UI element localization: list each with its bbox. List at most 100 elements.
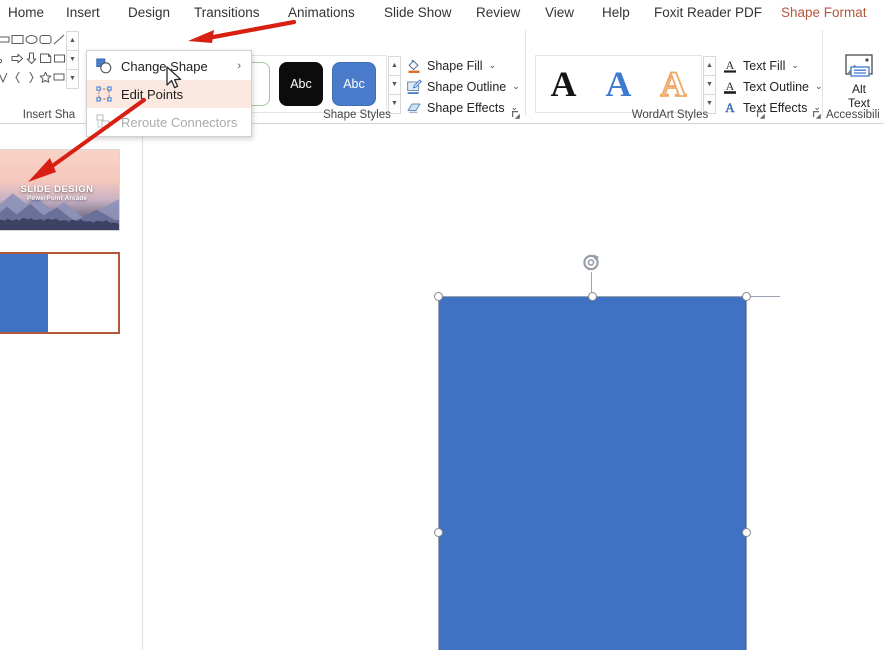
shape-banner-icon[interactable] bbox=[53, 71, 66, 84]
tab-insert[interactable]: Insert bbox=[66, 0, 100, 26]
shape-right-brace-icon[interactable] bbox=[25, 71, 38, 84]
slide-thumbnail-panel: SLIDE DESIGN PowerPoint Arcade bbox=[0, 124, 142, 650]
selection-line-left bbox=[437, 296, 439, 650]
divider-wordart-accessibility bbox=[822, 30, 823, 116]
edit-points-icon bbox=[96, 86, 112, 102]
wordart-style-blue-A[interactable]: A bbox=[606, 66, 632, 102]
tab-help[interactable]: Help bbox=[602, 0, 630, 26]
tab-transitions[interactable]: Transitions bbox=[194, 0, 260, 26]
shape-outline-label: Shape Outline bbox=[427, 79, 507, 94]
text-outline-icon: A bbox=[722, 79, 738, 95]
powerpoint-window: Home Insert Design Transitions Animation… bbox=[0, 0, 884, 650]
shape-right-arrow-icon[interactable] bbox=[11, 52, 24, 65]
tab-review[interactable]: Review bbox=[476, 0, 520, 26]
alt-text-line1: Alt bbox=[851, 82, 866, 96]
wordart-styles-dialog-launcher[interactable] bbox=[756, 110, 766, 120]
shape-outline-button[interactable]: Shape Outline ⌄ bbox=[406, 76, 520, 97]
divider-shape-wordart bbox=[525, 30, 526, 116]
shape-angle-icon[interactable] bbox=[0, 71, 10, 84]
alt-text-icon bbox=[836, 54, 882, 82]
tab-shape-format[interactable]: Shape Format bbox=[781, 0, 867, 29]
slide-1-title: SLIDE DESIGN bbox=[20, 183, 94, 195]
handle-top-center[interactable] bbox=[587, 291, 597, 301]
group-label-accessibility: Accessibili bbox=[826, 109, 880, 121]
mouse-cursor bbox=[166, 66, 182, 89]
shape-rectangle-icon[interactable] bbox=[11, 33, 24, 46]
shape-star-icon[interactable] bbox=[39, 71, 52, 84]
alt-text-button[interactable]: Alt Text bbox=[836, 54, 882, 110]
scroll-down-icon[interactable]: ▼ bbox=[388, 75, 401, 95]
shape-flowchart-icon[interactable] bbox=[53, 52, 66, 65]
handle-mid-right[interactable] bbox=[741, 528, 751, 537]
text-fill-icon: A bbox=[722, 58, 738, 74]
shape-ellipse-icon[interactable] bbox=[25, 33, 38, 46]
scroll-up-icon[interactable]: ▲ bbox=[66, 31, 79, 51]
selection-line-right bbox=[745, 296, 747, 650]
scroll-down-icon[interactable]: ▼ bbox=[66, 50, 79, 70]
tab-foxit-reader-pdf[interactable]: Foxit Reader PDF bbox=[654, 0, 762, 26]
insert-shapes-scroll[interactable]: ▲ ▼ ▼ bbox=[66, 31, 79, 89]
wordart-styles-scroll[interactable]: ▲ ▼ ▼ bbox=[703, 56, 716, 114]
menu-item-reroute-connectors: Reroute Connectors bbox=[87, 108, 251, 136]
shape-styles-scroll[interactable]: ▲ ▼ ▼ bbox=[388, 56, 401, 114]
wordart-style-black-A[interactable]: A bbox=[551, 66, 577, 102]
shape-down-arrow-icon[interactable] bbox=[25, 52, 38, 65]
chevron-down-icon: ⌄ bbox=[488, 60, 497, 70]
group-label-shape-styles: Shape Styles bbox=[323, 109, 391, 121]
handle-mid-left[interactable] bbox=[433, 528, 443, 537]
handle-top-left[interactable] bbox=[433, 291, 443, 301]
slide-canvas[interactable] bbox=[143, 124, 884, 650]
menu-item-change-shape-label: Change Shape bbox=[121, 58, 208, 74]
svg-text:A: A bbox=[726, 58, 735, 72]
shape-styles-dialog-launcher[interactable] bbox=[511, 110, 521, 120]
blue-rectangle-shape[interactable] bbox=[438, 296, 746, 650]
accessibility-dialog-launcher[interactable] bbox=[812, 110, 822, 120]
slide-2-blue-rectangle bbox=[0, 254, 49, 332]
shape-line-icon[interactable] bbox=[53, 33, 66, 46]
slide-thumbnail-2[interactable] bbox=[0, 252, 120, 334]
group-label-wordart-styles: WordArt Styles bbox=[631, 109, 709, 121]
shape-rounded-rectangle-icon[interactable] bbox=[39, 33, 52, 46]
insert-shapes-gallery[interactable] bbox=[0, 30, 66, 90]
scroll-up-icon[interactable]: ▲ bbox=[388, 56, 401, 76]
menu-item-reroute-connectors-label: Reroute Connectors bbox=[121, 114, 238, 130]
handle-top-right[interactable] bbox=[741, 291, 751, 301]
ribbon-tab-bar: Home Insert Design Transitions Animation… bbox=[0, 0, 884, 29]
chevron-down-icon: ⌄ bbox=[512, 81, 520, 91]
tab-animations[interactable]: Animations bbox=[288, 0, 355, 26]
slide-1-background: SLIDE DESIGN PowerPoint Arcade bbox=[0, 150, 119, 230]
text-outline-button[interactable]: A Text Outline ⌄ bbox=[722, 76, 823, 97]
text-fill-button[interactable]: A Text Fill ⌄ bbox=[722, 55, 823, 76]
shape-left-brace-icon[interactable] bbox=[11, 71, 24, 84]
wordart-styles-gallery[interactable]: A A A bbox=[535, 55, 702, 113]
change-shape-icon bbox=[96, 58, 112, 74]
shape-style-blue-fill[interactable]: Abc bbox=[332, 62, 376, 106]
slide-1-text-block: SLIDE DESIGN PowerPoint Arcade bbox=[0, 184, 119, 202]
slide-thumbnail-1[interactable]: SLIDE DESIGN PowerPoint Arcade bbox=[0, 149, 120, 231]
text-outline-label: Text Outline bbox=[743, 79, 810, 94]
chevron-down-icon: ⌄ bbox=[791, 60, 799, 70]
shape-folded-corner-icon[interactable] bbox=[39, 52, 52, 65]
tab-design[interactable]: Design bbox=[128, 0, 170, 26]
wordart-style-orange-A[interactable]: A bbox=[660, 65, 688, 103]
tab-slide-show[interactable]: Slide Show bbox=[384, 0, 452, 26]
more-shapes-icon[interactable]: ▼ bbox=[66, 69, 79, 89]
shape-fill-label: Shape Fill bbox=[427, 58, 483, 73]
edit-shape-dropdown-menu[interactable]: Change Shape › Edit Points Reroute Conne… bbox=[86, 50, 252, 137]
selection-line-top-extend bbox=[746, 295, 780, 297]
shape-dot-icon[interactable] bbox=[0, 52, 10, 65]
tab-home[interactable]: Home bbox=[8, 0, 44, 26]
shape-fill-button[interactable]: Shape Fill ⌄ bbox=[406, 55, 520, 76]
shape-fill-icon bbox=[406, 58, 422, 74]
shape-rect-thin-icon[interactable] bbox=[0, 33, 10, 46]
submenu-arrow-icon: › bbox=[237, 60, 241, 72]
text-fill-label: Text Fill bbox=[743, 58, 786, 73]
slide-1-subtitle: PowerPoint Arcade bbox=[27, 195, 87, 202]
scroll-up-icon[interactable]: ▲ bbox=[703, 56, 716, 76]
tab-view[interactable]: View bbox=[545, 0, 574, 26]
rotate-handle-icon[interactable] bbox=[581, 252, 602, 273]
alt-text-line2: Text bbox=[847, 96, 870, 110]
scroll-down-icon[interactable]: ▼ bbox=[703, 75, 716, 95]
shape-outline-icon bbox=[406, 78, 422, 95]
shape-style-black-fill[interactable]: Abc bbox=[279, 62, 323, 106]
